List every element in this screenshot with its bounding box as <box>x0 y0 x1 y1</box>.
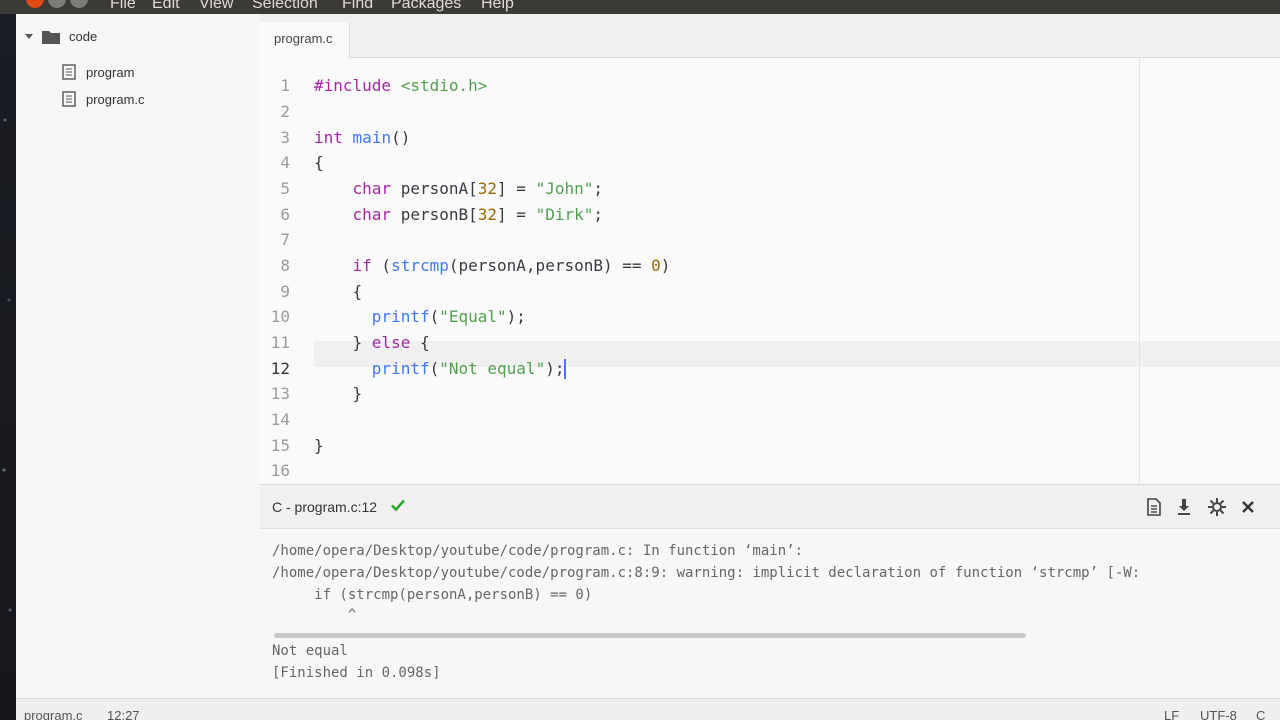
output-line: /home/opera/Desktop/youtube/code/program… <box>272 543 804 559</box>
menu-packages[interactable]: Packages <box>391 0 461 13</box>
line-number: 11 <box>270 333 290 352</box>
code-editor[interactable]: #include <stdio.h> int main() { char per… <box>314 58 1280 484</box>
window-minimize-button[interactable] <box>48 0 66 8</box>
folder-icon <box>42 30 60 44</box>
code-line: } <box>314 436 324 455</box>
status-grammar[interactable]: C <box>1256 708 1265 720</box>
output-line: ^ <box>272 607 357 623</box>
tree-file-program[interactable]: program <box>62 64 134 80</box>
menu-file[interactable]: File <box>110 0 136 13</box>
line-number: 16 <box>270 461 290 480</box>
tree-view: code program program.c <box>16 14 260 698</box>
code-line: #include <stdio.h> <box>314 76 488 95</box>
tree-file-label: program.c <box>86 91 145 107</box>
code-line: { <box>314 153 324 172</box>
file-text-icon <box>62 91 76 107</box>
menu-help[interactable]: Help <box>481 0 514 13</box>
build-settings-icon[interactable] <box>1207 497 1227 517</box>
tab-bar: program.c <box>260 14 1280 58</box>
line-number: 10 <box>270 307 290 326</box>
line-number: 9 <box>280 282 290 301</box>
file-text-icon <box>62 64 76 80</box>
code-line: } <box>314 384 363 403</box>
tab-label: program.c <box>274 31 333 46</box>
tab-program-c[interactable]: program.c <box>260 22 350 58</box>
tree-folder-label: code <box>69 29 98 44</box>
line-number: 6 <box>280 205 290 224</box>
close-icon[interactable] <box>1238 497 1258 517</box>
build-panel-title: C - program.c:12 <box>272 499 378 515</box>
code-line: printf("Equal"); <box>371 307 526 326</box>
download-icon[interactable] <box>1174 497 1194 517</box>
status-cursor-position[interactable]: 12:27 <box>107 708 140 720</box>
tree-file-label: program <box>86 64 135 80</box>
window-close-button[interactable] <box>26 0 44 8</box>
check-icon <box>391 499 405 512</box>
line-number: 15 <box>270 436 290 455</box>
line-number: 2 <box>280 102 290 121</box>
window-maximize-button[interactable] <box>70 0 88 8</box>
line-number: 8 <box>280 256 290 275</box>
line-number: 4 <box>280 153 290 172</box>
line-number-gutter: 1 2 3 4 5 6 7 8 9 10 11 12 13 14 15 16 <box>260 58 308 484</box>
output-line: /home/opera/Desktop/youtube/code/program… <box>272 565 1141 581</box>
code-line-current: printf("Not equal"); <box>371 359 567 379</box>
status-line-ending[interactable]: LF <box>1164 708 1179 720</box>
horizontal-scrollbar[interactable] <box>274 633 1026 638</box>
code-line: if (strcmp(personA,personB) == 0) <box>352 256 671 275</box>
desktop-background <box>0 0 16 720</box>
menu-view[interactable]: View <box>199 0 233 13</box>
wrap-guide <box>1139 58 1140 484</box>
menu-selection[interactable]: Selection <box>252 0 318 13</box>
build-panel: C - program.c:12 /home/opera/Desktop/you… <box>260 484 1280 698</box>
menu-find[interactable]: Find <box>342 0 373 13</box>
line-number: 1 <box>280 76 290 95</box>
menu-edit[interactable]: Edit <box>152 0 180 13</box>
line-number: 14 <box>270 410 290 429</box>
code-line: char personA[32] = "John"; <box>352 179 603 198</box>
status-file-path[interactable]: program.c <box>24 708 83 720</box>
code-line: } else { <box>314 333 430 352</box>
line-number: 5 <box>280 179 290 198</box>
build-panel-header: C - program.c:12 <box>260 485 1280 529</box>
line-number: 3 <box>280 128 290 147</box>
output-line: [Finished in 0.098s] <box>272 665 441 681</box>
tree-folder-code[interactable]: code <box>24 29 97 44</box>
status-bar: program.c 12:27 LF UTF-8 C <box>16 698 1280 720</box>
document-icon[interactable] <box>1144 497 1164 517</box>
editor-pane: program.c 1 2 3 4 5 6 7 8 9 10 11 12 13 … <box>260 14 1280 484</box>
text-cursor <box>564 359 567 379</box>
chevron-down-icon <box>25 33 33 39</box>
menu-bar: File Edit View Selection Find Packages H… <box>0 0 1280 14</box>
line-number-current: 12 <box>270 359 290 378</box>
line-number: 7 <box>280 230 290 249</box>
output-line: Not equal <box>272 643 348 659</box>
line-number: 13 <box>270 384 290 403</box>
code-line: { <box>314 282 363 301</box>
status-encoding[interactable]: UTF-8 <box>1200 708 1237 720</box>
code-line: int main() <box>314 128 411 147</box>
code-line: char personB[32] = "Dirk"; <box>352 205 603 224</box>
tree-file-program-c[interactable]: program.c <box>62 91 145 107</box>
output-line: if (strcmp(personA,personB) == 0) <box>272 587 593 603</box>
